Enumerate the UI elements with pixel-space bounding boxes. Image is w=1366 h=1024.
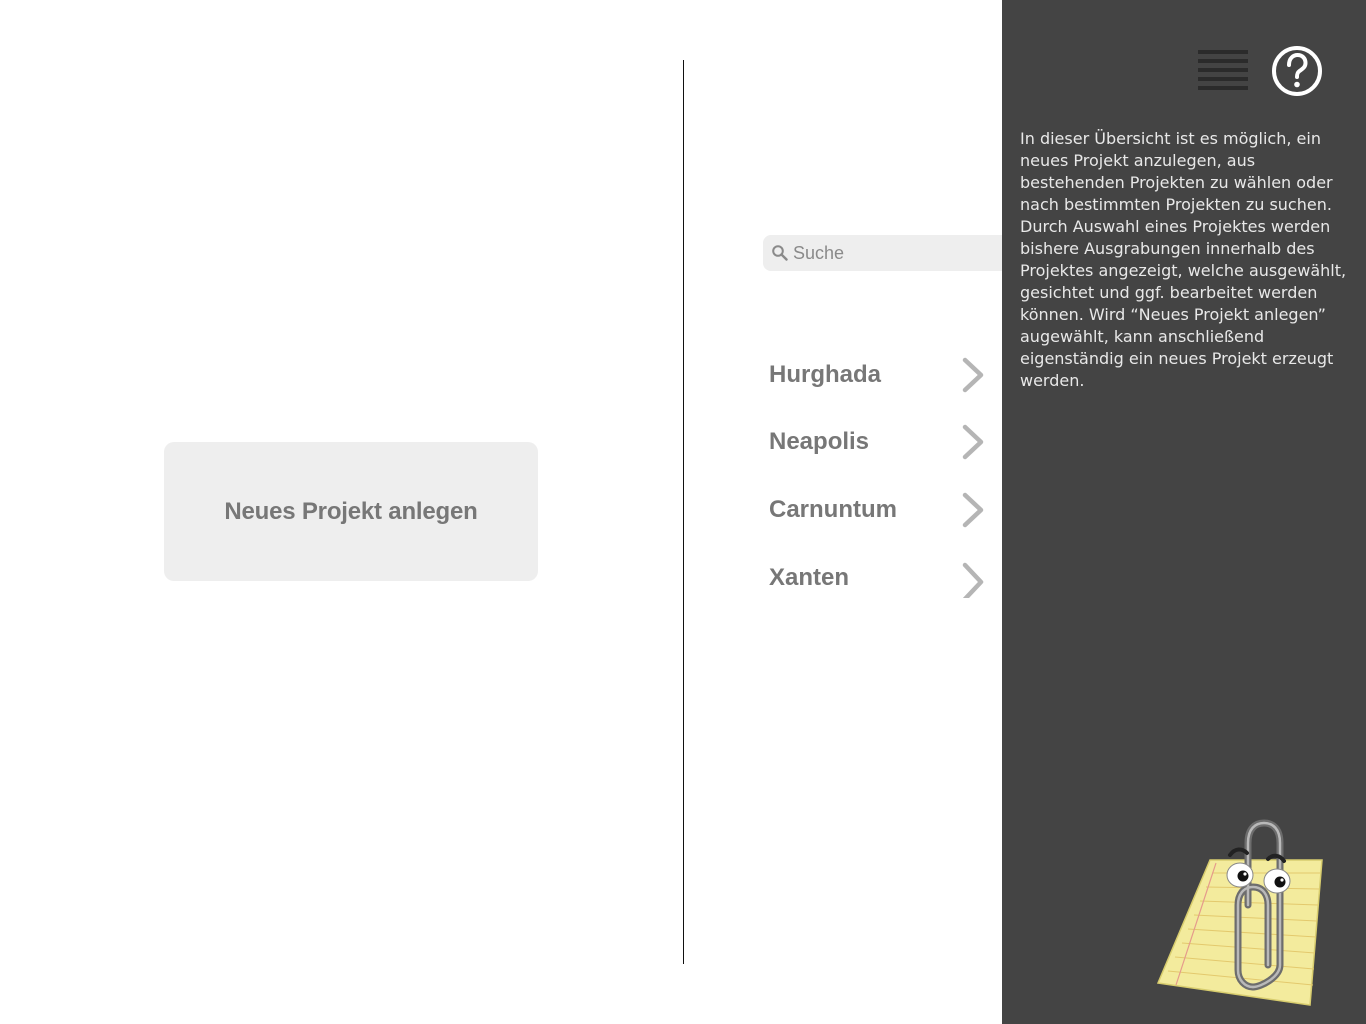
project-label: Neapolis: [769, 428, 870, 455]
chevron-right-icon: [962, 562, 984, 598]
search-input[interactable]: [793, 235, 993, 271]
help-circle-icon[interactable]: [1270, 44, 1324, 98]
search-icon: [772, 245, 788, 261]
search-box[interactable]: [763, 235, 1013, 271]
chevron-right-icon: [962, 492, 984, 528]
project-label: Carnuntum: [769, 496, 897, 523]
project-item-hurghada[interactable]: Hurghada: [769, 350, 994, 400]
project-item-carnuntum[interactable]: Carnuntum: [769, 485, 994, 535]
new-project-label: Neues Projekt anlegen: [224, 497, 478, 525]
hamburger-menu-icon[interactable]: [1196, 48, 1250, 92]
paperclip-assistant-illustration[interactable]: [1150, 815, 1325, 1010]
new-project-button[interactable]: Neues Projekt anlegen: [164, 442, 538, 581]
help-panel: In dieser Übersicht ist es möglich, ein …: [1002, 0, 1366, 1024]
project-item-xanten[interactable]: Xanten: [769, 553, 994, 603]
chevron-right-icon: [962, 424, 984, 460]
project-label: Xanten: [769, 564, 850, 591]
divider: [683, 60, 684, 964]
project-label: Hurghada: [769, 361, 882, 388]
help-text: In dieser Übersicht ist es möglich, ein …: [1020, 129, 1347, 390]
project-item-neapolis[interactable]: Neapolis: [769, 417, 994, 467]
chevron-right-icon: [962, 357, 984, 393]
